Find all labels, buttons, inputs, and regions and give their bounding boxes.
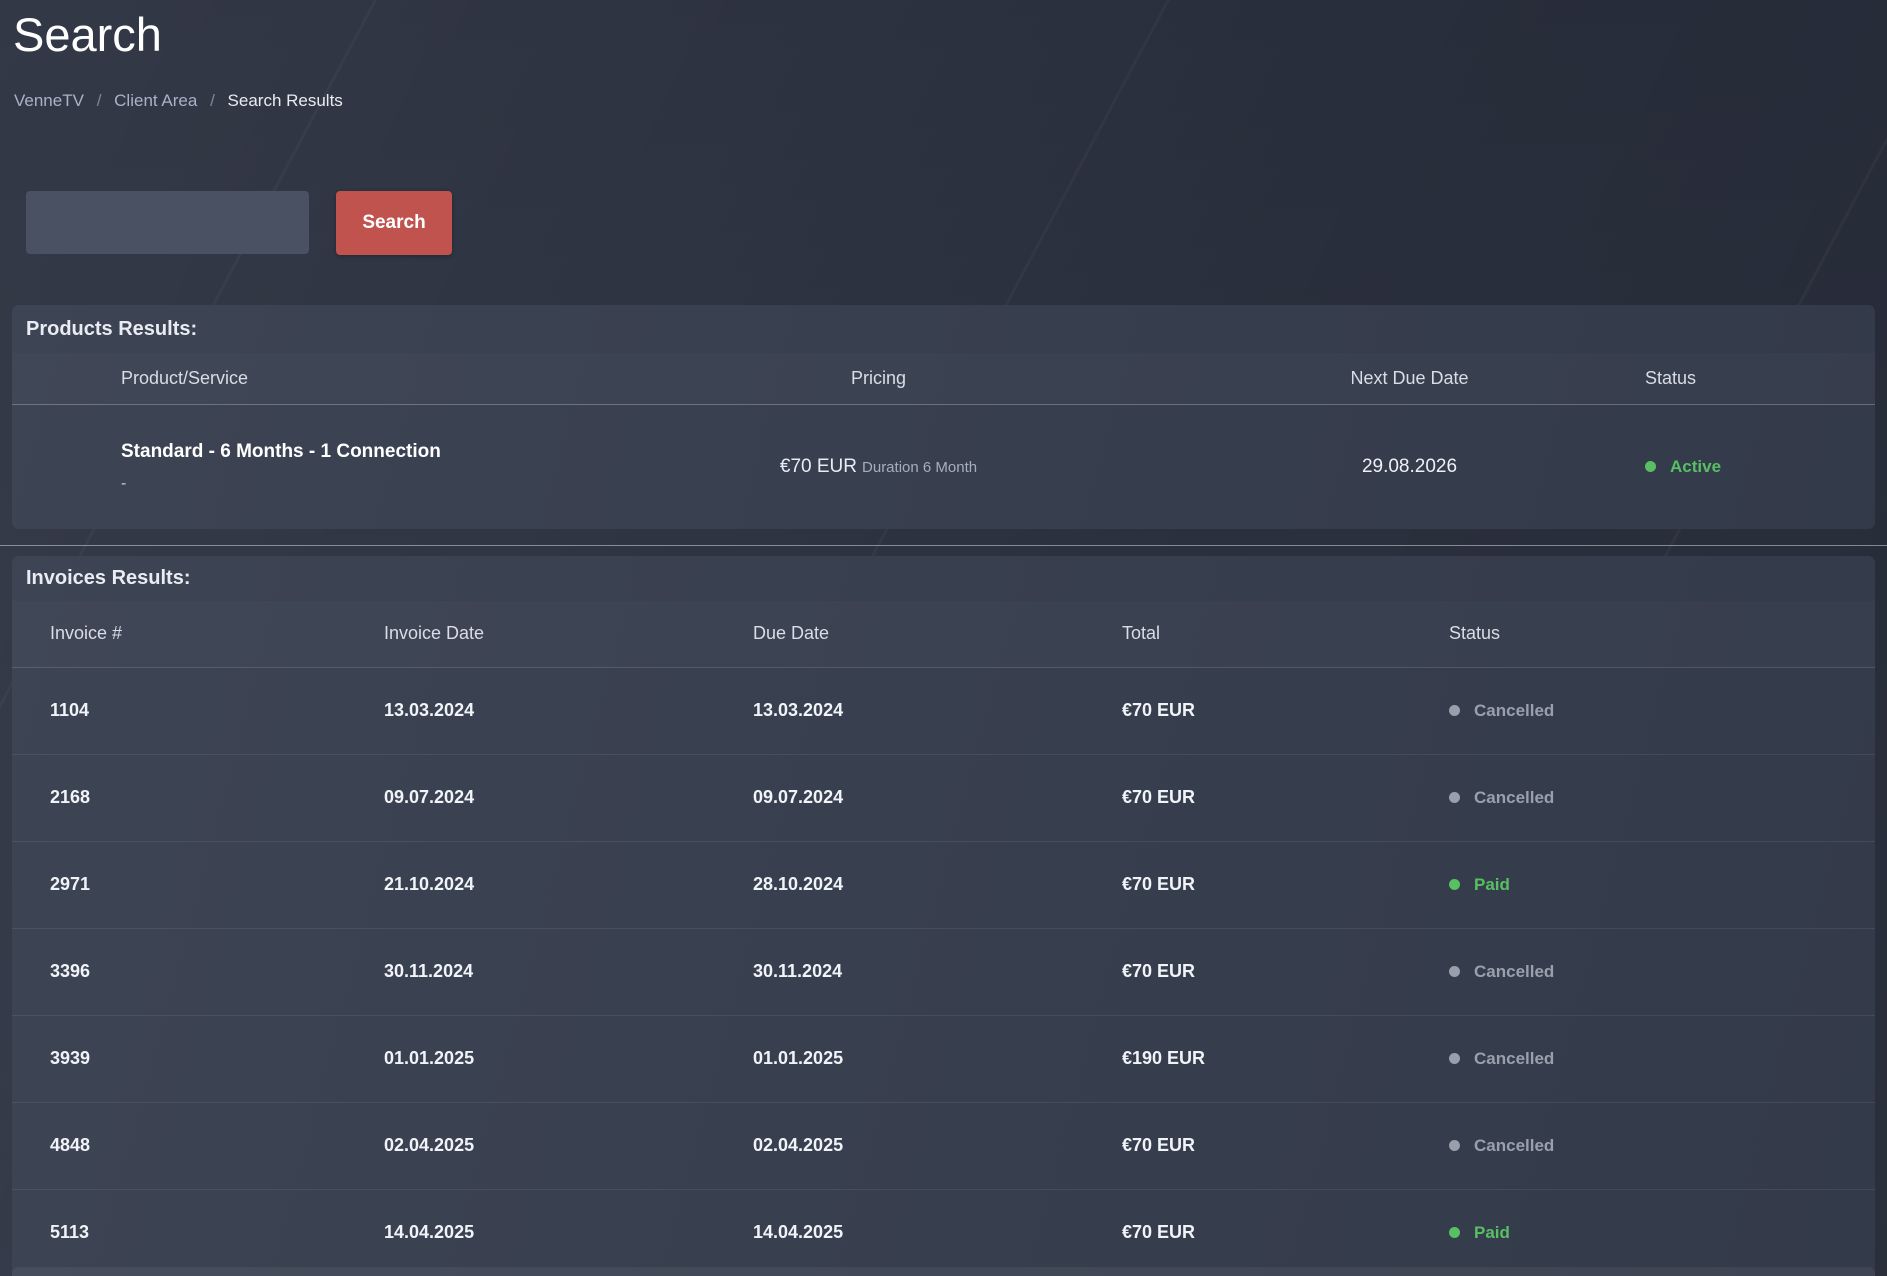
invoice-due-date: 09.07.2024 [715, 754, 1084, 841]
search-button[interactable]: Search [336, 191, 452, 255]
invoice-number: 2168 [12, 754, 346, 841]
invoices-header-row: Invoice # Invoice Date Due Date Total St… [12, 601, 1875, 667]
products-column-status: Status [1633, 353, 1875, 404]
invoices-column-due-date: Due Date [715, 601, 1084, 667]
invoice-number: 2971 [12, 841, 346, 928]
invoice-status-label: Paid [1474, 875, 1510, 895]
invoice-date: 21.10.2024 [346, 841, 715, 928]
status-dot-icon [1449, 1140, 1460, 1151]
invoice-due-date: 30.11.2024 [715, 928, 1084, 1015]
status-badge: Cancelled [1449, 1049, 1554, 1069]
invoice-due-date: 14.04.2025 [715, 1189, 1084, 1276]
status-dot-icon [1645, 461, 1656, 472]
invoice-number: 4848 [12, 1102, 346, 1189]
invoice-status-label: Cancelled [1474, 1049, 1554, 1069]
invoice-number: 3939 [12, 1015, 346, 1102]
client-area-search-page: Search VenneTV / Client Area / Search Re… [0, 0, 1887, 1276]
invoice-status-label: Cancelled [1474, 962, 1554, 982]
invoices-section-title: Invoices Results: [12, 556, 1875, 601]
invoice-date: 09.07.2024 [346, 754, 715, 841]
invoice-due-date: 28.10.2024 [715, 841, 1084, 928]
invoice-total: €70 EUR [1084, 754, 1411, 841]
products-column-next-due-date: Next Due Date [1186, 353, 1633, 404]
invoice-due-date: 02.04.2025 [715, 1102, 1084, 1189]
search-input[interactable] [26, 191, 309, 254]
product-row[interactable]: Standard - 6 Months - 1 Connection - €70… [12, 404, 1875, 529]
products-results-panel: Products Results: Product/Service Pricin… [12, 305, 1875, 529]
breadcrumb-separator: / [210, 91, 215, 110]
invoice-status-label: Paid [1474, 1223, 1510, 1243]
invoice-date: 13.03.2024 [346, 667, 715, 754]
status-badge: Cancelled [1449, 788, 1554, 808]
products-table: Product/Service Pricing Next Due Date St… [12, 353, 1875, 529]
breadcrumb-separator: / [97, 91, 102, 110]
product-price: €70 EUR [780, 456, 857, 477]
invoice-status-label: Cancelled [1474, 788, 1554, 808]
products-column-pricing: Pricing [571, 353, 1186, 404]
breadcrumb-current: Search Results [228, 91, 343, 110]
invoice-row[interactable]: 5113 14.04.2025 14.04.2025 €70 EUR Paid [12, 1189, 1875, 1276]
invoices-column-invoice-number: Invoice # [12, 601, 346, 667]
invoice-total: €70 EUR [1084, 1102, 1411, 1189]
invoice-date: 30.11.2024 [346, 928, 715, 1015]
status-badge: Active [1645, 457, 1721, 477]
invoice-status-label: Cancelled [1474, 701, 1554, 721]
product-name: Standard - 6 Months - 1 Connection [121, 441, 570, 463]
breadcrumb: VenneTV / Client Area / Search Results [14, 91, 1887, 111]
invoice-date: 01.01.2025 [346, 1015, 715, 1102]
invoice-row[interactable]: 2168 09.07.2024 09.07.2024 €70 EUR Cance… [12, 754, 1875, 841]
products-section-title: Products Results: [12, 305, 1875, 353]
next-section-edge [12, 1267, 1875, 1276]
status-dot-icon [1449, 792, 1460, 803]
status-badge: Cancelled [1449, 701, 1554, 721]
search-bar: Search [26, 191, 1887, 255]
status-dot-icon [1449, 966, 1460, 977]
status-badge: Cancelled [1449, 962, 1554, 982]
invoice-date: 02.04.2025 [346, 1102, 715, 1189]
invoice-total: €70 EUR [1084, 928, 1411, 1015]
invoices-table: Invoice # Invoice Date Due Date Total St… [12, 601, 1875, 1276]
breadcrumb-link-vennetv[interactable]: VenneTV [14, 91, 84, 110]
invoice-total: €70 EUR [1084, 1189, 1411, 1276]
page-title: Search [0, 0, 1887, 64]
invoice-date: 14.04.2025 [346, 1189, 715, 1276]
product-status-label: Active [1670, 457, 1721, 477]
invoice-row[interactable]: 1104 13.03.2024 13.03.2024 €70 EUR Cance… [12, 667, 1875, 754]
product-next-due-date: 29.08.2026 [1186, 404, 1633, 529]
invoice-total: €70 EUR [1084, 841, 1411, 928]
invoices-column-status: Status [1411, 601, 1875, 667]
product-billing-duration: Duration 6 Month [862, 459, 977, 476]
products-header-row: Product/Service Pricing Next Due Date St… [12, 353, 1875, 404]
invoice-number: 5113 [12, 1189, 346, 1276]
status-badge: Paid [1449, 875, 1510, 895]
invoice-number: 1104 [12, 667, 346, 754]
breadcrumb-link-client-area[interactable]: Client Area [114, 91, 197, 110]
invoice-due-date: 01.01.2025 [715, 1015, 1084, 1102]
invoices-column-invoice-date: Invoice Date [346, 601, 715, 667]
invoice-row[interactable]: 3939 01.01.2025 01.01.2025 €190 EUR Canc… [12, 1015, 1875, 1102]
invoice-total: €70 EUR [1084, 667, 1411, 754]
status-dot-icon [1449, 705, 1460, 716]
invoice-row[interactable]: 3396 30.11.2024 30.11.2024 €70 EUR Cance… [12, 928, 1875, 1015]
invoices-results-panel: Invoices Results: Invoice # Invoice Date… [12, 556, 1875, 1276]
status-dot-icon [1449, 879, 1460, 890]
invoice-number: 3396 [12, 928, 346, 1015]
status-dot-icon [1449, 1053, 1460, 1064]
products-column-product-service: Product/Service [12, 353, 571, 404]
invoice-row[interactable]: 4848 02.04.2025 02.04.2025 €70 EUR Cance… [12, 1102, 1875, 1189]
invoice-row[interactable]: 2971 21.10.2024 28.10.2024 €70 EUR Paid [12, 841, 1875, 928]
invoice-due-date: 13.03.2024 [715, 667, 1084, 754]
invoice-status-label: Cancelled [1474, 1136, 1554, 1156]
status-dot-icon [1449, 1227, 1460, 1238]
status-badge: Paid [1449, 1223, 1510, 1243]
invoices-column-total: Total [1084, 601, 1411, 667]
invoice-total: €190 EUR [1084, 1015, 1411, 1102]
section-divider [0, 545, 1887, 546]
product-subtitle: - [121, 475, 570, 493]
status-badge: Cancelled [1449, 1136, 1554, 1156]
